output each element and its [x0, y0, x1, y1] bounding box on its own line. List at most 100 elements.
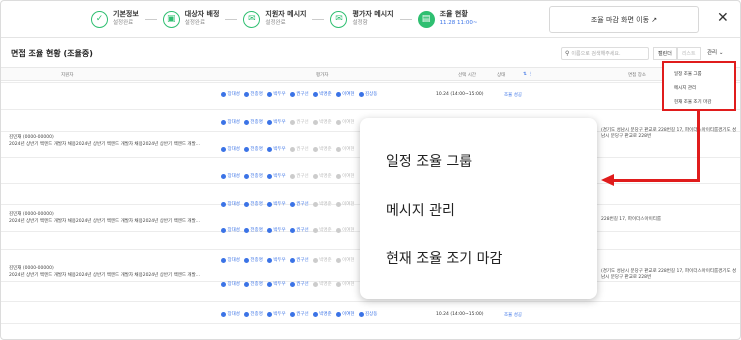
evaluator-chip[interactable]: 박명준: [312, 281, 332, 287]
dropdown-item-schedule-group[interactable]: 일정 조율 그룹: [674, 71, 702, 77]
evaluator-name: 이여현: [342, 258, 355, 263]
dropdown-item-message[interactable]: 메시지 관리: [674, 85, 696, 91]
evaluator-chip[interactable]: 전종명: [243, 227, 263, 233]
evaluator-chip[interactable]: 박두우: [266, 91, 286, 97]
evaluator-name: 박명준: [319, 92, 332, 97]
evaluator-chip[interactable]: 권구선: [289, 201, 309, 207]
evaluator-chip[interactable]: 김상동: [358, 91, 377, 97]
evaluator-chip[interactable]: 전종명: [243, 201, 263, 207]
calendar-view-button[interactable]: 캘린더: [653, 47, 677, 60]
evaluator-chip[interactable]: 박명준: [312, 257, 332, 263]
step-separator: [312, 18, 325, 20]
applicant-name[interactable]: 김민재 (0000-00000): [9, 265, 54, 272]
evaluator-chip[interactable]: 이여현: [335, 146, 355, 152]
status-dot-icon: [221, 227, 226, 233]
evaluator-chip[interactable]: 장대성: [221, 201, 240, 207]
evaluator-chip[interactable]: 장대성: [221, 119, 240, 125]
evaluator-chip[interactable]: 김상동: [358, 311, 378, 317]
evaluator-chip[interactable]: 권구선: [289, 173, 309, 179]
evaluator-chip[interactable]: 장대성: [221, 281, 240, 287]
evaluator-name: 이여현: [342, 92, 355, 97]
step-title: 기본정보: [113, 10, 139, 18]
evaluator-chip[interactable]: 박명준: [312, 311, 332, 317]
evaluator-chip[interactable]: 권구선: [289, 281, 309, 287]
evaluator-chip[interactable]: 장대성: [221, 146, 240, 152]
evaluator-chip[interactable]: 장대성: [221, 257, 240, 263]
applicant-name[interactable]: 김민재 (0000-00000): [9, 134, 54, 141]
popup-item-message[interactable]: 메시지 관리: [386, 200, 455, 220]
step-3[interactable]: ✉ 평가자 메시지 설정함: [330, 7, 394, 31]
evaluator-chip[interactable]: 이여현: [335, 257, 355, 263]
list-view-button[interactable]: 리스트: [676, 47, 701, 60]
evaluator-chip[interactable]: 이여현: [335, 311, 355, 317]
go-to-close-screen-button[interactable]: 조율 마감 화면 이동 ↗: [549, 6, 699, 33]
evaluator-chip[interactable]: 박명준: [312, 201, 332, 207]
evaluator-chip[interactable]: 박두우: [266, 173, 286, 179]
evaluator-chip[interactable]: 권구선: [289, 91, 309, 97]
evaluator-name: 장대성: [227, 92, 240, 97]
evaluator-chip[interactable]: 박두우: [266, 227, 286, 233]
evaluator-chip[interactable]: 장대성: [221, 227, 240, 233]
evaluator-chip[interactable]: 박두우: [266, 257, 286, 263]
evaluator-chip[interactable]: 박두우: [266, 201, 286, 207]
step-2[interactable]: ✉ 지원자 메시지 설정완료: [243, 7, 306, 31]
status-dot-icon: [221, 119, 226, 125]
evaluator-chip[interactable]: 권구선: [289, 227, 309, 233]
evaluator-name: 김상동: [365, 312, 378, 317]
evaluator-name: 전종명: [250, 202, 263, 207]
evaluator-chip[interactable]: 박두우: [266, 311, 286, 317]
evaluator-chip[interactable]: 전종명: [243, 119, 263, 125]
manage-dropdown-button[interactable]: 관리 ⌄: [707, 48, 723, 56]
evaluator-chips: 장대성 전종명 박두우 권구선 박명준 이여현: [221, 119, 359, 125]
evaluator-chip[interactable]: 박명준: [312, 91, 332, 97]
evaluator-chip[interactable]: 박두우: [266, 146, 286, 152]
evaluator-name: 권구선: [296, 282, 309, 287]
evaluator-name: 전종명: [250, 92, 263, 97]
evaluator-name: 박두우: [273, 120, 286, 125]
close-icon[interactable]: ✕: [717, 10, 729, 26]
dropdown-item-early-close[interactable]: 현재 조율 조기 마감: [674, 99, 711, 105]
step-0[interactable]: ✓ 기본정보 설정완료: [91, 7, 139, 31]
evaluator-chip[interactable]: 권구선: [289, 146, 309, 152]
step-1[interactable]: ▣ 대상자 배정 설정완료: [162, 7, 219, 31]
evaluator-name: 박두우: [273, 174, 286, 179]
evaluator-chip[interactable]: 전종명: [243, 146, 263, 152]
popup-item-early-close[interactable]: 현재 조율 조기 마감: [386, 248, 502, 268]
evaluator-name: 장대성: [227, 312, 240, 317]
evaluator-chip[interactable]: 장대성: [221, 173, 240, 179]
evaluator-name: 권구선: [296, 120, 309, 125]
evaluator-chip[interactable]: 이여현: [335, 227, 355, 233]
evaluator-chip[interactable]: 전종명: [243, 311, 263, 317]
evaluator-chip[interactable]: 전종명: [243, 257, 263, 263]
evaluator-name: 박두우: [273, 312, 286, 317]
popup-item-schedule-group[interactable]: 일정 조율 그룹: [386, 151, 472, 171]
step-title: 평가자 메시지: [352, 10, 394, 18]
status-dot-icon: [358, 91, 364, 97]
col-filter-icon[interactable]: ⇅ ⋮: [523, 72, 533, 77]
evaluator-chip[interactable]: 이여현: [335, 173, 355, 179]
evaluator-name: 이여현: [342, 282, 355, 287]
evaluator-chip[interactable]: 전종명: [243, 281, 263, 287]
evaluator-chip[interactable]: 전종명: [243, 173, 263, 179]
evaluator-chip[interactable]: 이여현: [335, 119, 355, 125]
status-dot-icon: [335, 119, 341, 125]
applicant-name[interactable]: 김민재 (0000-00000): [9, 211, 54, 218]
step-4[interactable]: ▤ 조율 현황 11.28 11:00~: [417, 7, 478, 31]
search-input[interactable]: ⚲ 이름으로 검색해주세요.: [561, 47, 649, 60]
evaluator-chip[interactable]: 박명준: [312, 119, 332, 125]
evaluator-chip[interactable]: 이여현: [335, 91, 355, 97]
evaluator-chip[interactable]: 장대성: [221, 91, 240, 97]
evaluator-chip[interactable]: 박명준: [312, 227, 332, 233]
status-dot-icon: [221, 173, 226, 179]
evaluator-chip[interactable]: 이여현: [335, 281, 355, 287]
evaluator-chip[interactable]: 박두우: [266, 119, 286, 125]
evaluator-chip[interactable]: 장대성: [221, 311, 240, 317]
evaluator-chip[interactable]: 박두우: [266, 281, 286, 287]
evaluator-chip[interactable]: 박명준: [312, 146, 332, 152]
evaluator-chip[interactable]: 박명준: [312, 173, 332, 179]
evaluator-chip[interactable]: 권구선: [289, 311, 309, 317]
evaluator-chip[interactable]: 권구선: [289, 257, 309, 263]
evaluator-chip[interactable]: 이여현: [335, 201, 355, 207]
evaluator-chip[interactable]: 권구선: [289, 119, 309, 125]
evaluator-chip[interactable]: 전종명: [243, 91, 263, 97]
